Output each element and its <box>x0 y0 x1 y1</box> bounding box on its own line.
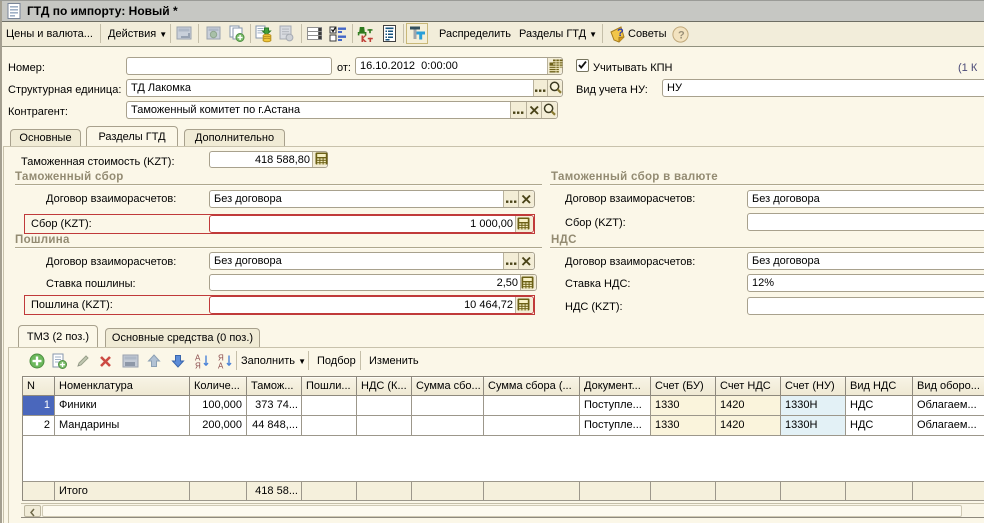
svg-text:?: ? <box>617 27 624 39</box>
svg-text:?: ? <box>678 30 685 42</box>
svg-text:А: А <box>218 362 224 370</box>
svg-text:Я: Я <box>195 362 201 370</box>
